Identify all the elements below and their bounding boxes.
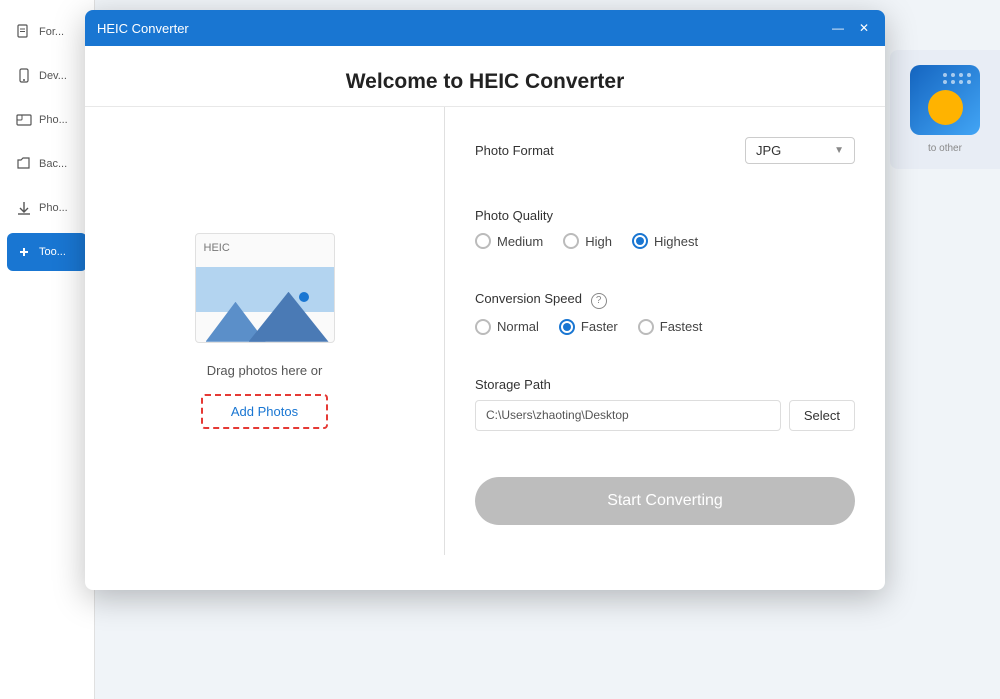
heic-sky <box>196 267 334 312</box>
dialog-panels: HEIC Drag photos here or Add Photos Phot… <box>85 107 885 555</box>
sidebar-label-device: Dev... <box>39 70 67 82</box>
drag-text: Drag photos here or <box>207 363 323 378</box>
photo-quality-options: Medium High Highest <box>475 233 855 249</box>
add-photos-button[interactable]: Add Photos <box>201 394 328 429</box>
quality-medium-radio[interactable] <box>475 233 491 249</box>
chevron-down-icon: ▼ <box>834 145 844 156</box>
quality-high-label: High <box>585 234 612 249</box>
quality-highest-option[interactable]: Highest <box>632 233 698 249</box>
heic-preview: HEIC <box>195 233 335 343</box>
dialog-titlebar: HEIC Converter — ✕ <box>85 10 885 46</box>
speed-fastest-radio[interactable] <box>638 319 654 335</box>
quality-medium-option[interactable]: Medium <box>475 233 543 249</box>
sidebar-item-tools[interactable]: Too... <box>7 233 87 271</box>
quality-highest-label: Highest <box>654 234 698 249</box>
heic-converter-dialog: HEIC Converter — ✕ Welcome to HEIC Conve… <box>85 10 885 590</box>
photo-format-label: Photo Format <box>475 143 554 158</box>
quality-medium-label: Medium <box>497 234 543 249</box>
sidebar: For... Dev... Pho... Bac... Pho... <box>0 0 95 699</box>
right-decoration: to other <box>890 50 1000 169</box>
photo-format-select[interactable]: JPG ▼ <box>745 137 855 164</box>
heic-image-area <box>196 267 334 342</box>
storage-input-row: Select <box>475 400 855 431</box>
welcome-title: Welcome to HEIC Converter <box>85 46 885 107</box>
settings-panel: Photo Format JPG ▼ Photo Quality Medium <box>445 107 885 555</box>
sidebar-item-photo2[interactable]: Pho... <box>7 189 87 227</box>
dialog-controls: — ✕ <box>829 19 873 37</box>
photo-format-row: Photo Format JPG ▼ <box>475 137 855 164</box>
sidebar-item-format[interactable]: For... <box>7 13 87 51</box>
select-path-button[interactable]: Select <box>789 400 855 431</box>
tools-icon <box>15 243 33 261</box>
conversion-speed-row: Conversion Speed ? Normal Faster <box>475 291 855 335</box>
deco-text: to other <box>928 143 962 154</box>
deco-circle <box>928 90 963 125</box>
sidebar-label-format: For... <box>39 26 64 38</box>
sidebar-item-device[interactable]: Dev... <box>7 57 87 95</box>
conversion-speed-label: Conversion Speed ? <box>475 291 855 309</box>
device-icon <box>15 67 33 85</box>
photo-icon <box>15 111 33 129</box>
sidebar-label-photo2: Pho... <box>39 202 68 214</box>
dialog-minimize-btn[interactable]: — <box>829 19 847 37</box>
heic-file-label: HEIC <box>204 242 230 254</box>
dialog-inner: Welcome to HEIC Converter HEIC Drag phot… <box>85 46 885 555</box>
speed-faster-option[interactable]: Faster <box>559 319 618 335</box>
sidebar-item-backup[interactable]: Bac... <box>7 145 87 183</box>
photo-format-value: JPG <box>756 143 781 158</box>
dialog-title: HEIC Converter <box>97 21 829 36</box>
quality-high-radio[interactable] <box>563 233 579 249</box>
storage-path-label: Storage Path <box>475 377 855 392</box>
speed-fastest-option[interactable]: Fastest <box>638 319 703 335</box>
sidebar-label-backup: Bac... <box>39 158 67 170</box>
heic-dot <box>299 292 309 302</box>
speed-faster-label: Faster <box>581 319 618 334</box>
conversion-speed-options: Normal Faster Fastest <box>475 319 855 335</box>
storage-path-row: Storage Path Select <box>475 377 855 431</box>
deco-box <box>910 65 980 135</box>
quality-highest-radio[interactable] <box>632 233 648 249</box>
photo-quality-label: Photo Quality <box>475 208 855 223</box>
backup-icon <box>15 155 33 173</box>
quality-high-option[interactable]: High <box>563 233 612 249</box>
format-icon <box>15 23 33 41</box>
speed-normal-option[interactable]: Normal <box>475 319 539 335</box>
photo-quality-row: Photo Quality Medium High Highest <box>475 208 855 249</box>
sidebar-item-photo[interactable]: Pho... <box>7 101 87 139</box>
start-converting-button[interactable]: Start Converting <box>475 477 855 525</box>
speed-normal-label: Normal <box>497 319 539 334</box>
left-panel: HEIC Drag photos here or Add Photos <box>85 107 445 555</box>
deco-dots <box>943 73 972 84</box>
dialog-close-btn[interactable]: ✕ <box>855 19 873 37</box>
help-icon[interactable]: ? <box>591 293 607 309</box>
sidebar-label-photo: Pho... <box>39 114 68 126</box>
download-icon <box>15 199 33 217</box>
sidebar-label-tools: Too... <box>39 246 66 258</box>
storage-path-input[interactable] <box>475 400 781 431</box>
speed-faster-radio[interactable] <box>559 319 575 335</box>
speed-normal-radio[interactable] <box>475 319 491 335</box>
speed-fastest-label: Fastest <box>660 319 703 334</box>
